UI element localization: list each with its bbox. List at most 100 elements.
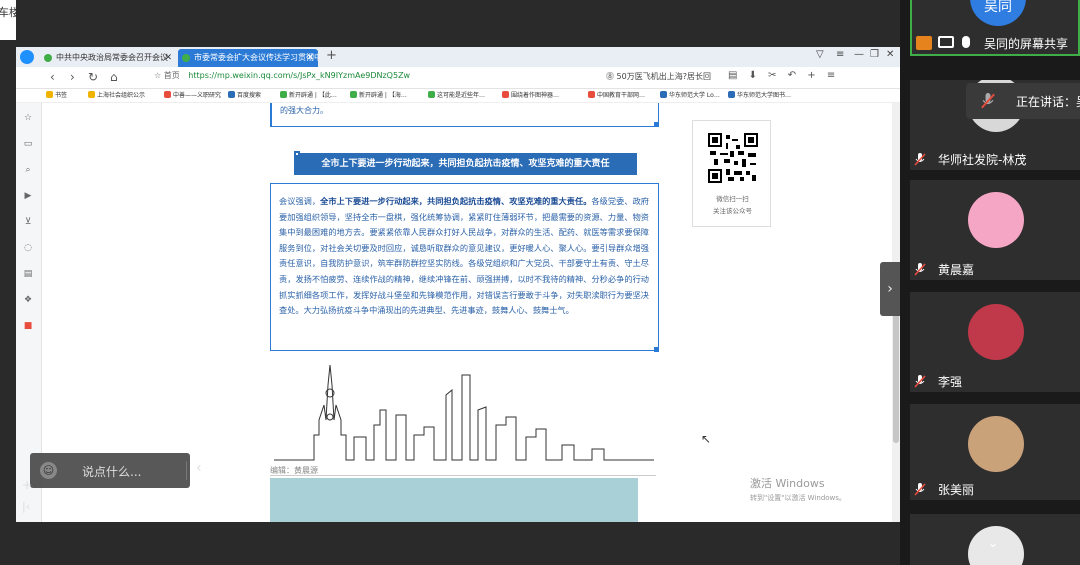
bookmark-item[interactable]: 新开辟通 | 【此…	[280, 90, 337, 99]
participant-name: 黄晨嘉	[938, 263, 975, 277]
chat-input-bar[interactable]: ☺ 说点什么... ‹	[30, 453, 202, 488]
bookmark-item[interactable]: 华东师范大学图书…	[728, 90, 791, 99]
menu-icon[interactable]: ≡	[836, 49, 844, 60]
emoji-icon[interactable]: ☺	[40, 462, 57, 479]
forward-icon[interactable]: ›	[70, 70, 75, 84]
bookmark-item[interactable]: 这可能是近些年…	[428, 90, 485, 99]
chevron-left-icon[interactable]: ‹	[196, 460, 202, 476]
participant-tile[interactable]: 黄晨嘉	[910, 180, 1080, 280]
participant-tile[interactable]: 吴同 吴同的屏幕共享	[910, 0, 1080, 56]
new-tab-icon[interactable]: +	[326, 48, 337, 63]
back-icon[interactable]: ‹	[50, 70, 55, 84]
speaking-label: 正在讲话：吴	[1016, 95, 1080, 109]
background-window-edge: 车楼	[0, 0, 16, 40]
screen-share-icon	[938, 36, 954, 48]
bookmark-item[interactable]: 百度搜索	[228, 90, 261, 99]
participant-namebar: 张美丽	[910, 478, 1080, 500]
bookmark-item[interactable]: 新开辟通 | 【海…	[350, 90, 407, 99]
reload-icon[interactable]: ↻	[88, 70, 98, 84]
participant-namebar: 黄晨嘉	[910, 258, 1080, 280]
news-icon[interactable]: ▤	[22, 269, 34, 279]
bookmark-item[interactable]: 中善——义职研究	[164, 90, 221, 99]
close-tab-icon[interactable]: ✕	[306, 49, 314, 67]
mic-muted-icon	[914, 483, 926, 496]
box-corner	[654, 122, 659, 127]
chat-placeholder[interactable]: 说点什么...	[82, 463, 141, 480]
tab-label: 市委常委会扩大会议传达学习贯彻中	[194, 53, 318, 62]
mic-muted-icon	[914, 153, 926, 166]
star-icon	[46, 91, 53, 98]
mouse-cursor-icon: ↖	[701, 432, 712, 446]
scroll-thumb[interactable]	[893, 313, 899, 443]
chevron-down-icon[interactable]: ⌄	[988, 536, 998, 550]
bookmark-item[interactable]: 围绕着作图神器…	[502, 90, 559, 99]
watermark-line1: 激活 Windows	[750, 477, 825, 490]
cart-icon[interactable]: ⊻	[22, 217, 34, 227]
chat-icon[interactable]: ◌	[22, 243, 34, 253]
participant-tile[interactable]: 李强	[910, 292, 1080, 392]
video-icon[interactable]: ▶	[22, 191, 34, 201]
site-icon	[728, 91, 735, 98]
section-heading: 全市上下要进一步行动起来，共同担负起抗击疫情、攻坚克难的重大责任	[294, 153, 637, 175]
city-skyline-illustration	[274, 365, 654, 461]
restore-icon[interactable]: ❐	[870, 49, 879, 60]
star-icon[interactable]: ☆	[22, 113, 34, 123]
participant-tile[interactable]: ⌄	[910, 514, 1080, 565]
wechat-icon	[44, 54, 52, 62]
home-icon[interactable]: ⌂	[110, 70, 118, 84]
divider	[186, 461, 187, 480]
watermark-line2: 转到"设置"以激活 Windows。	[750, 494, 846, 502]
participant-name: 华师社发院-林茂	[938, 153, 1027, 167]
bookmark-item[interactable]: 上海社会组织公示	[88, 90, 145, 99]
game-icon[interactable]: ❖	[22, 295, 34, 305]
close-window-icon[interactable]: ✕	[886, 49, 894, 60]
participant-namebar: 李强	[910, 370, 1080, 392]
minimize-icon[interactable]: —	[854, 49, 864, 60]
app-icon[interactable]: ■	[22, 321, 34, 331]
image-placeholder	[270, 478, 638, 522]
avatar: 吴同	[970, 0, 1026, 26]
bookmark-item[interactable]: 华东师范大学 Lo…	[660, 90, 720, 99]
navigation-bar: ‹ › ↻ ⌂ ☆ 首页 https://mp.weixin.qq.com/s/…	[16, 67, 900, 89]
article-body-box: 会议强调，全市上下要进一步行动起来，共同担负起抗击疫情、攻坚克难的重大责任。各级…	[270, 183, 659, 351]
home-bookmark-label[interactable]: ☆ 首页	[154, 71, 180, 80]
site-icon	[502, 91, 509, 98]
avatar	[968, 416, 1024, 472]
tab-1[interactable]: 中共中央政治局常委会召开会议 ✕	[40, 49, 176, 67]
book-icon[interactable]: ▭	[22, 139, 34, 149]
divider	[270, 475, 656, 476]
avatar	[968, 192, 1024, 248]
site-icon	[660, 91, 667, 98]
bookmark-item[interactable]: 书签	[46, 90, 67, 99]
collapse-icon[interactable]: |‹	[22, 500, 30, 513]
search-hint-text: 50万医飞机出上海?居长回	[616, 72, 711, 81]
site-icon	[164, 91, 171, 98]
bookmark-item[interactable]: 中国教育干部网…	[588, 90, 645, 99]
collapse-panel-button[interactable]: ›	[880, 262, 900, 316]
address-bar[interactable]: ☆ 首页 https://mp.weixin.qq.com/s/JsPx_kN9…	[154, 70, 410, 81]
tab-label: 中共中央政治局常委会召开会议	[56, 53, 168, 62]
tab-bar: 中共中央政治局常委会召开会议 ✕ 市委常委会扩大会议传达学习贯彻中 ✕ + ▽ ≡ …	[16, 47, 900, 67]
avatar	[968, 304, 1024, 360]
bold-emphasis: 全市上下要进一步行动起来，共同担负起抗击疫情、攻坚克难的重大责任。	[320, 196, 592, 206]
add-icon[interactable]: +	[22, 478, 32, 492]
mic-muted-icon	[914, 375, 926, 388]
close-tab-icon[interactable]: ✕	[164, 49, 172, 67]
bookmarks-bar: 书签 上海社会组织公示 中善——义职研究 百度搜索 新开辟通 | 【此… 新开辟…	[16, 89, 900, 103]
folder-icon	[88, 91, 95, 98]
speaking-indicator: 正在讲话：吴	[966, 83, 1080, 119]
search-suggestion[interactable]: ⓼ 50万医飞机出上海?居长回	[606, 71, 711, 82]
search-icon[interactable]: ⌕	[22, 165, 34, 175]
shield-icon[interactable]: ▽	[816, 49, 824, 60]
participant-name: 李强	[938, 375, 963, 389]
tab-2[interactable]: 市委常委会扩大会议传达学习贯彻中 ✕	[178, 49, 318, 67]
participant-tile[interactable]: 张美丽	[910, 404, 1080, 500]
qr-code-icon	[708, 133, 758, 183]
participant-namebar: 华师社发院-林茂	[910, 148, 1080, 170]
chevron-right-icon: ›	[887, 281, 893, 297]
box-corner	[654, 347, 659, 352]
browser-window: 中共中央政治局常委会召开会议 ✕ 市委常委会扩大会议传达学习贯彻中 ✕ + ▽ ≡ …	[16, 47, 900, 522]
browser-logo-icon	[20, 50, 34, 64]
wechat-icon	[428, 91, 435, 98]
toolbar-icons[interactable]: ▤ ⬇ ✂ ↶ + ≡	[728, 70, 839, 81]
